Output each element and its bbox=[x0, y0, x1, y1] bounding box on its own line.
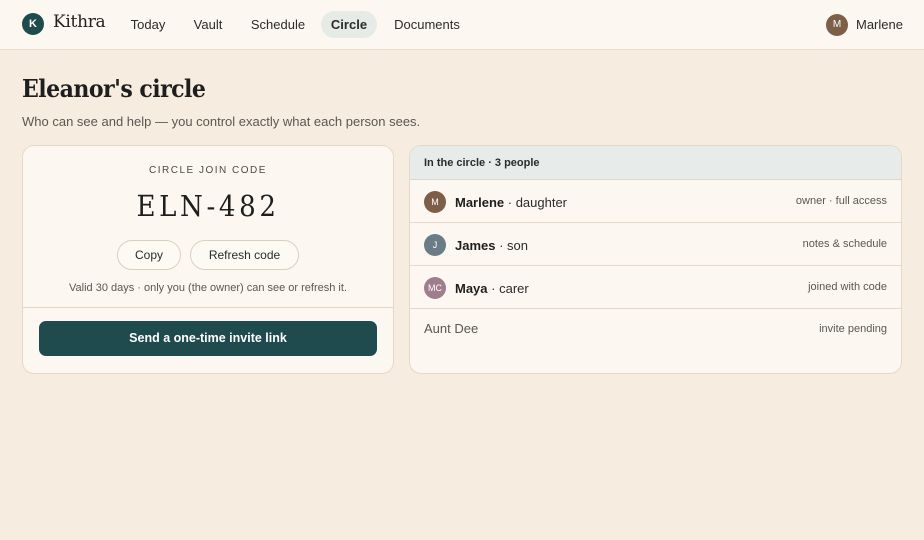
nav-item-vault[interactable]: Vault bbox=[182, 11, 234, 38]
nav-item-schedule[interactable]: Schedule bbox=[242, 11, 314, 38]
member-access: owner · full access bbox=[795, 195, 887, 207]
member-name-text: Marlene bbox=[455, 195, 505, 210]
avatar: J bbox=[424, 234, 446, 256]
pending-member-name: Aunt Dee bbox=[424, 321, 479, 336]
send-invite-link-button[interactable]: Send a one-time invite link bbox=[39, 321, 377, 356]
avatar: MC bbox=[424, 277, 446, 299]
user-name[interactable]: Marlene bbox=[856, 17, 903, 32]
page-title: Eleanor's circle bbox=[22, 74, 206, 103]
member-name-text: Maya bbox=[455, 281, 488, 296]
member-role: · son bbox=[495, 238, 528, 253]
refresh-code-button[interactable]: Refresh code bbox=[190, 240, 299, 270]
member-name: Marlene · daughter bbox=[455, 195, 567, 210]
member-row-pending[interactable]: Aunt Dee invite pending bbox=[410, 309, 901, 352]
member-role: · carer bbox=[487, 281, 529, 296]
join-code-card: CIRCLE JOIN CODE ELN-482 Copy Refresh co… bbox=[22, 145, 394, 374]
copy-button[interactable]: Copy bbox=[117, 240, 181, 270]
member-name: James · son bbox=[455, 238, 528, 253]
members-count-label: In the circle · 3 people bbox=[424, 157, 540, 169]
member-role: · daughter bbox=[504, 195, 568, 210]
avatar: M bbox=[424, 191, 446, 213]
app-name[interactable]: Kithra bbox=[53, 12, 106, 32]
join-code-note: Valid 30 days · only you (the owner) can… bbox=[69, 282, 347, 294]
member-row-marlene[interactable]: M Marlene · daughter owner · full access bbox=[410, 180, 901, 223]
member-access: joined with code bbox=[808, 281, 887, 293]
member-name-text: James bbox=[455, 238, 496, 253]
join-code-value: ELN-482 bbox=[136, 189, 280, 223]
page-subtitle: Who can see and help — you control exact… bbox=[22, 114, 421, 129]
members-header: In the circle · 3 people bbox=[410, 146, 901, 180]
circle-members-card: In the circle · 3 people M Marlene · dau… bbox=[409, 145, 902, 374]
nav-item-circle[interactable]: Circle bbox=[321, 11, 377, 38]
member-row-james[interactable]: J James · son notes & schedule bbox=[410, 223, 901, 266]
member-name: Maya · carer bbox=[455, 281, 529, 296]
logo-badge[interactable]: K bbox=[22, 13, 44, 35]
top-bar: K Kithra Today Vault Schedule Circle Doc… bbox=[0, 0, 924, 50]
pending-status: invite pending bbox=[819, 323, 887, 335]
member-access: notes & schedule bbox=[802, 238, 887, 250]
member-row-maya[interactable]: MC Maya · carer joined with code bbox=[410, 266, 901, 309]
join-code-label: CIRCLE JOIN CODE bbox=[149, 165, 267, 176]
divider bbox=[23, 307, 393, 308]
nav-item-today[interactable]: Today bbox=[120, 11, 176, 38]
nav-item-documents[interactable]: Documents bbox=[385, 11, 469, 38]
user-avatar[interactable]: M bbox=[826, 14, 848, 36]
